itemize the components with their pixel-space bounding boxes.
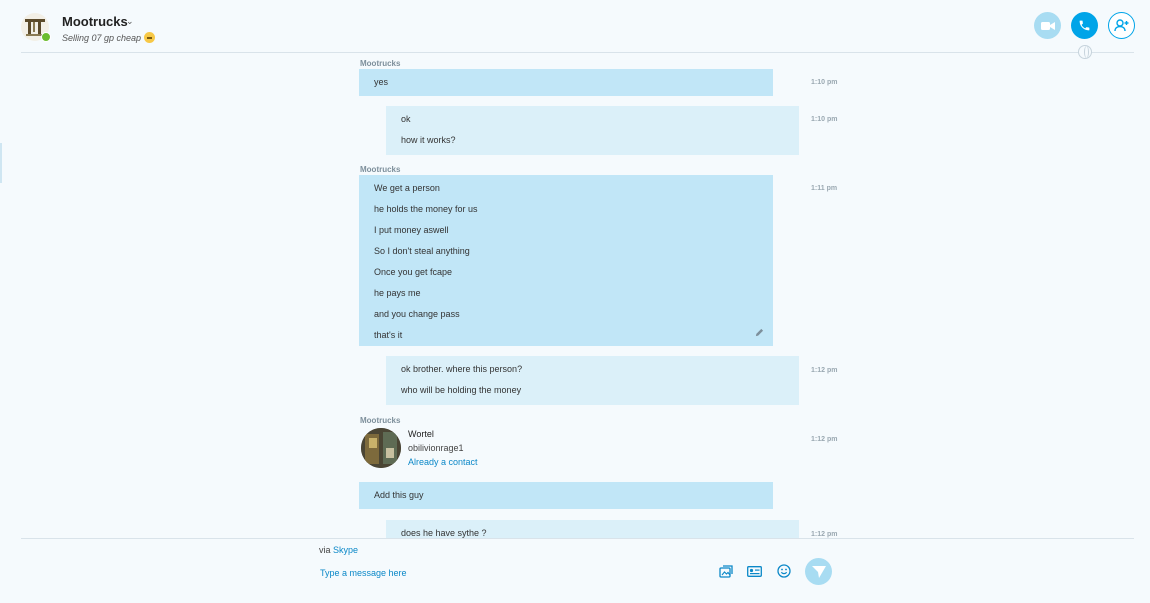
send-contact-button[interactable] (746, 563, 762, 579)
message-text: how it works? (401, 135, 456, 145)
add-person-icon (1114, 19, 1129, 32)
message-text: Add this guy (374, 490, 424, 500)
message-timestamp: 1:12 pm (811, 367, 838, 374)
message-bubble-incoming[interactable]: We get a person he holds the money for u… (359, 175, 773, 346)
media-gallery-icon (719, 565, 733, 578)
composer-divider (21, 538, 1134, 539)
message-sender: Mootrucks (360, 416, 401, 425)
message-text: So I don't steal anything (374, 246, 470, 256)
send-icon (811, 565, 826, 578)
edited-pencil-icon (755, 328, 764, 337)
chevron-down-icon[interactable]: ⌄ (126, 16, 134, 27)
shared-contact-handle: obilivionrage1 (408, 443, 464, 453)
chat-header: Mootrucks ⌄ Selling 07 gp cheap (0, 0, 1150, 53)
message-list[interactable]: Mootrucks yes 1:10 pm ok how it works? 1… (0, 53, 1150, 538)
message-timestamp: 1:11 pm (811, 185, 838, 192)
message-text: ok brother. where this person? (401, 364, 523, 374)
media-gallery-button[interactable] (718, 563, 734, 579)
message-bubble-outgoing[interactable]: ok how it works? (386, 106, 799, 155)
grin-emoji-icon (144, 32, 156, 43)
audio-call-button[interactable] (1071, 12, 1098, 39)
shared-contact-avatar[interactable] (361, 428, 401, 468)
video-call-icon (1040, 21, 1055, 30)
shared-contact-name[interactable]: Wortel (408, 429, 434, 439)
phone-icon (1079, 20, 1090, 31)
message-sender: Mootrucks (360, 59, 401, 68)
emoji-icon (777, 564, 791, 578)
via-prefix: via (319, 545, 331, 555)
message-bubble-outgoing[interactable]: does he have sythe ? (386, 520, 799, 538)
message-timestamp: 1:10 pm (811, 116, 838, 123)
message-text: who will be holding the money (401, 385, 522, 395)
message-sender: Mootrucks (360, 165, 401, 174)
message-input[interactable]: Type a message here (320, 568, 407, 578)
send-button[interactable] (805, 558, 832, 585)
message-text: Once you get fcape (374, 267, 453, 277)
message-bubble-incoming[interactable]: Add this guy (359, 482, 773, 509)
message-text: I put money aswell (374, 225, 449, 235)
contact-mood-message: Selling 07 gp cheap (62, 32, 156, 43)
message-text: yes (374, 77, 389, 87)
via-service-label: via Skype (319, 545, 358, 555)
message-bubble-incoming[interactable]: yes (359, 69, 773, 96)
video-call-button[interactable] (1034, 12, 1061, 39)
message-text: he pays me (374, 288, 421, 298)
online-status-icon (41, 32, 51, 42)
contact-name[interactable]: Mootrucks (62, 14, 128, 29)
message-text: he holds the money for us (374, 204, 478, 214)
contact-card-icon (746, 565, 762, 577)
emoji-button[interactable] (776, 563, 792, 579)
message-timestamp: 1:12 pm (811, 436, 838, 443)
message-text: We get a person (374, 183, 440, 193)
message-timestamp: 1:10 pm (811, 79, 838, 86)
message-text: does he have sythe ? (401, 528, 487, 538)
message-bubble-outgoing[interactable]: ok brother. where this person? who will … (386, 356, 799, 405)
message-timestamp: 1:12 pm (811, 531, 838, 538)
skype-service-link[interactable]: Skype (333, 545, 358, 555)
already-contact-link[interactable]: Already a contact (408, 457, 478, 467)
message-text: that's it (374, 330, 403, 340)
message-text: and you change pass (374, 309, 460, 319)
contact-card[interactable]: Wortel obilivionrage1 Already a contact (359, 427, 773, 472)
mood-text: Selling 07 gp cheap (62, 33, 142, 43)
message-text: ok (401, 114, 411, 124)
add-people-button[interactable] (1108, 12, 1135, 39)
